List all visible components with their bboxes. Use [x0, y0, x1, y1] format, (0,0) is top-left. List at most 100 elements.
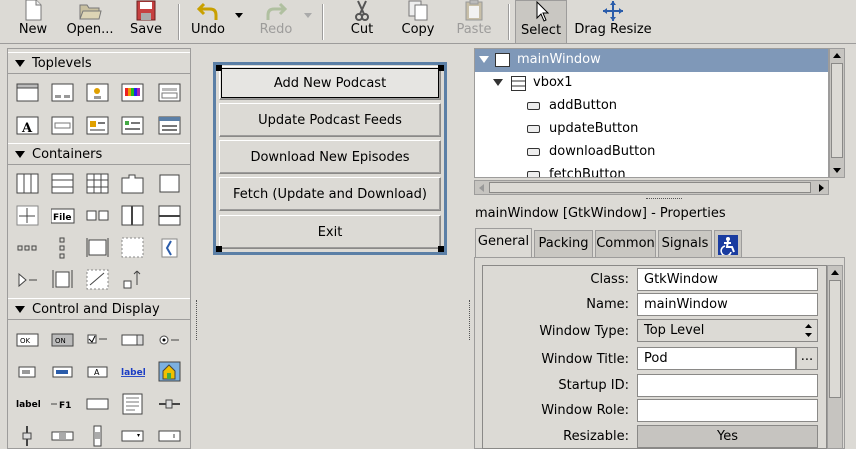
containers-section-header[interactable]: Containers: [8, 143, 190, 165]
tab-packing[interactable]: Packing: [534, 230, 593, 258]
expander-arrow-icon[interactable]: [479, 56, 489, 63]
tab-common[interactable]: Common: [595, 230, 656, 258]
message-dialog-icon[interactable]: [86, 82, 110, 104]
spin-button-icon[interactable]: [121, 329, 145, 351]
scroll-thumb[interactable]: [489, 182, 811, 193]
alignment-icon[interactable]: [86, 237, 110, 259]
properties-vertical-scrollbar[interactable]: [827, 265, 843, 449]
window-type-select[interactable]: Top Level: [637, 319, 818, 342]
toggle-button-icon[interactable]: ON: [51, 329, 75, 351]
font-selection-widget-icon[interactable]: [121, 115, 145, 137]
text-view-icon[interactable]: [121, 393, 145, 415]
exit-button[interactable]: Exit: [219, 215, 441, 249]
hbox-icon[interactable]: [16, 173, 40, 195]
tree-vertical-scrollbar[interactable]: [829, 48, 845, 178]
add-new-podcast-button[interactable]: Add New Podcast: [219, 66, 441, 100]
download-new-episodes-button[interactable]: Download New Episodes: [219, 140, 441, 174]
vertical-toolbar-icon[interactable]: [51, 237, 75, 259]
check-button-icon[interactable]: [86, 329, 110, 351]
save-button[interactable]: Save: [124, 0, 168, 42]
event-box-icon[interactable]: [16, 269, 40, 291]
file-chooser-dialog-icon[interactable]: [158, 82, 182, 104]
startup-id-field[interactable]: [637, 374, 818, 397]
option-menu-icon[interactable]: [158, 425, 182, 447]
vpaned-icon[interactable]: [158, 205, 182, 227]
tree-row-fetchbutton[interactable]: fetchButton: [475, 164, 828, 177]
tab-signals[interactable]: Signals: [658, 230, 712, 258]
copy-button[interactable]: Copy: [396, 0, 440, 42]
tree-row-addbutton[interactable]: addButton: [475, 95, 828, 118]
dialog-widget-icon[interactable]: [51, 82, 75, 104]
expander-arrow-icon[interactable]: [493, 79, 503, 86]
radio-button-icon[interactable]: [158, 329, 182, 351]
scroll-left-arrow-icon[interactable]: [479, 184, 484, 192]
scroll-thumb[interactable]: [829, 280, 841, 398]
table-icon[interactable]: [86, 173, 110, 195]
viewport-icon[interactable]: [121, 269, 145, 291]
vscale-icon[interactable]: [16, 425, 40, 447]
select-tool-button[interactable]: Select: [515, 0, 567, 44]
accel-f1-icon[interactable]: F1: [51, 393, 75, 415]
redo-button[interactable]: Redo: [254, 0, 298, 42]
vscrollbar-icon[interactable]: [86, 425, 110, 447]
paste-button[interactable]: Paste: [452, 0, 496, 42]
image-widget-icon[interactable]: [158, 361, 182, 383]
text-entry-icon[interactable]: [86, 393, 110, 415]
selection-handle[interactable]: [438, 65, 444, 71]
fixed-icon[interactable]: [16, 205, 40, 227]
input-dialog-icon[interactable]: [51, 115, 75, 137]
combo-box-entry-icon[interactable]: [121, 425, 145, 447]
combo-box-icon[interactable]: [16, 361, 40, 383]
layout-icon[interactable]: [121, 237, 145, 259]
window-title-field[interactable]: Pod: [637, 347, 796, 370]
entry-widget-icon[interactable]: [51, 361, 75, 383]
tab-accessibility[interactable]: [714, 230, 742, 258]
window-widget-icon[interactable]: [16, 82, 40, 104]
font-selection-dialog-icon[interactable]: A: [16, 115, 40, 137]
about-dialog-icon[interactable]: [86, 115, 110, 137]
name-field[interactable]: mainWindow: [637, 293, 818, 316]
new-button[interactable]: New: [10, 0, 56, 42]
tree-row-downloadbutton[interactable]: downloadButton: [475, 141, 828, 164]
palette-splitter-grip[interactable]: [196, 300, 199, 340]
window-role-field[interactable]: [637, 399, 818, 422]
main-window-preview[interactable]: Add New Podcast Update Podcast Feeds Dow…: [213, 62, 447, 255]
scroll-up-arrow-icon[interactable]: [833, 53, 841, 58]
drag-resize-button[interactable]: Drag Resize: [572, 0, 654, 42]
selection-handle[interactable]: [438, 246, 444, 252]
notebook-icon[interactable]: [121, 173, 145, 195]
assistant-widget-icon[interactable]: [158, 115, 182, 137]
open-button[interactable]: Open...: [62, 0, 118, 42]
resizable-toggle[interactable]: Yes: [637, 425, 818, 448]
scroll-down-arrow-icon[interactable]: [833, 168, 841, 173]
color-selection-dialog-icon[interactable]: [121, 82, 145, 104]
button-box-icon[interactable]: [86, 205, 110, 227]
accel-label-icon[interactable]: label: [121, 361, 145, 383]
tree-splitter-grip[interactable]: [646, 198, 682, 200]
update-podcast-feeds-button[interactable]: Update Podcast Feeds: [219, 103, 441, 137]
aspect-frame-icon[interactable]: [51, 269, 75, 291]
scrolled-window-icon[interactable]: [86, 269, 110, 291]
control-display-section-header[interactable]: Control and Display: [8, 298, 190, 320]
fetch-update-download-button[interactable]: Fetch (Update and Download): [219, 177, 441, 211]
toplevels-section-header[interactable]: Toplevels: [8, 52, 190, 74]
tab-general[interactable]: General: [475, 228, 532, 259]
design-splitter-grip[interactable]: [469, 300, 472, 340]
cut-button[interactable]: Cut: [340, 0, 384, 42]
file-menu-widget-icon[interactable]: File: [51, 205, 75, 227]
label-frame-icon[interactable]: A: [86, 361, 110, 383]
button-widget-icon[interactable]: OK: [16, 329, 40, 351]
tree-horizontal-scrollbar[interactable]: [474, 180, 829, 195]
selection-handle[interactable]: [216, 65, 222, 71]
tree-row-mainwindow[interactable]: mainWindow: [475, 49, 828, 72]
toolbar-container-icon[interactable]: [16, 237, 40, 259]
redo-dropdown-icon[interactable]: [304, 13, 312, 18]
hpaned-icon[interactable]: [121, 205, 145, 227]
selection-handle[interactable]: [216, 246, 222, 252]
frame-icon[interactable]: [158, 173, 182, 195]
vbox-icon[interactable]: [51, 173, 75, 195]
scroll-thumb[interactable]: [831, 63, 843, 158]
expander-icon[interactable]: [158, 237, 182, 259]
label-widget-icon[interactable]: label: [16, 393, 40, 415]
undo-button[interactable]: Undo: [186, 0, 230, 42]
